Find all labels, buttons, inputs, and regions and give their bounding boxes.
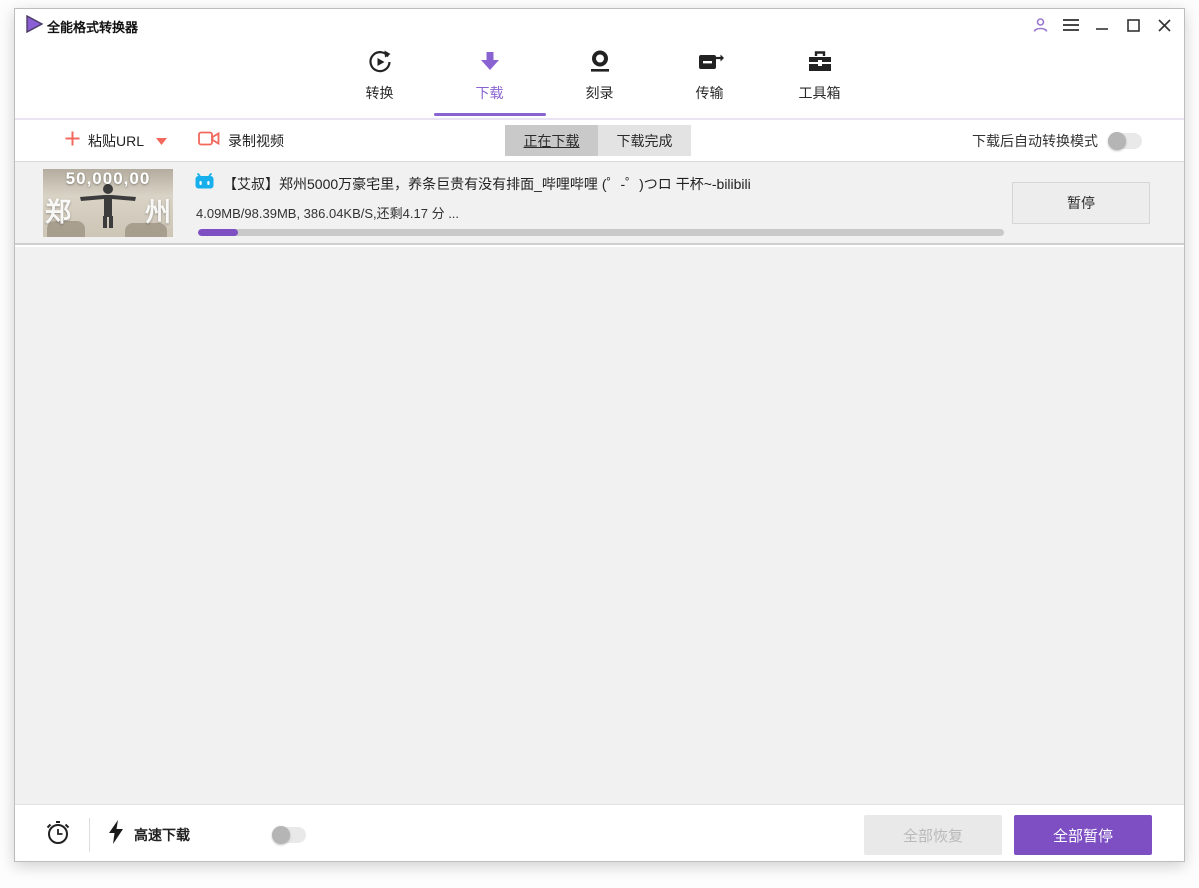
plus-icon bbox=[65, 131, 80, 151]
tab-downloading-label: 正在下载 bbox=[523, 132, 580, 149]
download-state-tabs: 正在下载 下载完成 bbox=[505, 125, 691, 156]
auto-convert-control: 下载后自动转换模式 bbox=[972, 120, 1142, 161]
footer-divider bbox=[89, 817, 90, 852]
tab-burn[interactable]: 刻录 bbox=[555, 37, 645, 115]
paste-url-label: 粘贴URL bbox=[88, 132, 145, 149]
thumbnail-overlay-text: 50,000,00 bbox=[65, 169, 151, 188]
chevron-down-icon[interactable] bbox=[156, 132, 168, 150]
video-thumbnail: 50,000,00 郑 州 bbox=[43, 169, 173, 237]
tab-toolbox[interactable]: 工具箱 bbox=[775, 37, 865, 115]
progress-bar-fill bbox=[198, 229, 239, 236]
download-title: 【艾叔】郑州5000万豪宅里，养条巨贵有没有排面_哔哩哔哩 (゜-゜)つロ 干杯… bbox=[223, 175, 751, 192]
download-icon bbox=[477, 47, 503, 77]
high-speed-download-control: 高速下载 bbox=[108, 820, 306, 849]
high-speed-toggle[interactable] bbox=[272, 825, 306, 844]
main-nav: 转换 下载 刻录 传输 工具箱 bbox=[15, 37, 1184, 119]
active-tab-underline bbox=[433, 113, 546, 116]
toggle-knob bbox=[1108, 131, 1126, 150]
tab-label: 传输 bbox=[695, 85, 724, 101]
download-list-panel bbox=[15, 247, 1184, 804]
tab-label: 工具箱 bbox=[798, 85, 841, 101]
burn-icon bbox=[587, 47, 613, 77]
minimize-icon[interactable] bbox=[1090, 13, 1114, 37]
tab-transfer[interactable]: 传输 bbox=[665, 37, 755, 115]
tab-download-complete-label: 下载完成 bbox=[616, 132, 673, 149]
pause-all-button[interactable]: 全部暂停 bbox=[1014, 815, 1152, 855]
high-speed-label: 高速下载 bbox=[134, 826, 190, 843]
download-progress-text: 4.09MB/98.39MB, 386.04KB/S,还剩4.17 分 ... bbox=[196, 206, 460, 221]
progress-bar bbox=[198, 229, 1004, 236]
convert-icon bbox=[366, 47, 394, 77]
app-logo-play-icon bbox=[26, 14, 44, 38]
lightning-icon bbox=[108, 820, 124, 849]
pause-button[interactable]: 暂停 bbox=[1012, 182, 1150, 224]
close-icon[interactable] bbox=[1152, 13, 1176, 37]
user-icon[interactable] bbox=[1028, 13, 1052, 37]
download-toolbar: 粘贴URL 录制视频 正在下载 下载完成 下载后自动转换模式 bbox=[15, 120, 1184, 161]
tab-label: 转换 bbox=[365, 85, 394, 101]
thumbnail-overlay-char-right: 州 bbox=[144, 197, 171, 227]
menu-icon[interactable] bbox=[1059, 13, 1083, 37]
transfer-icon bbox=[696, 47, 724, 77]
record-video-button[interactable]: 录制视频 bbox=[198, 120, 284, 161]
maximize-icon[interactable] bbox=[1121, 13, 1145, 37]
footer-bar: 高速下载 全部恢复 全部暂停 bbox=[15, 804, 1184, 861]
download-item-row[interactable]: 50,000,00 郑 州 【艾叔】郑州5000万豪宅里，养条巨贵有没有排面_哔… bbox=[15, 161, 1184, 245]
person-silhouette bbox=[80, 184, 136, 228]
thumbnail-overlay-char-left: 郑 bbox=[45, 197, 72, 227]
video-camera-icon bbox=[198, 131, 220, 151]
app-title: 全能格式转换器 bbox=[47, 20, 139, 35]
tab-label: 刻录 bbox=[585, 85, 614, 101]
auto-convert-label: 下载后自动转换模式 bbox=[972, 132, 1098, 149]
tab-label: 下载 bbox=[475, 85, 504, 101]
tab-download-complete[interactable]: 下载完成 bbox=[598, 125, 691, 156]
app-window: 全能格式转换器 转换 下载 刻录 传输 工具箱 粘贴URL 录制视频 正在下载 … bbox=[14, 8, 1185, 862]
toolbox-icon bbox=[806, 47, 834, 77]
record-video-label: 录制视频 bbox=[228, 132, 284, 149]
tab-downloading[interactable]: 正在下载 bbox=[505, 125, 598, 156]
tab-download[interactable]: 下载 bbox=[433, 37, 546, 116]
paste-url-button[interactable]: 粘贴URL bbox=[65, 120, 168, 161]
resume-all-button[interactable]: 全部恢复 bbox=[864, 815, 1002, 855]
toggle-knob bbox=[272, 825, 290, 844]
alarm-clock-icon[interactable] bbox=[45, 819, 71, 851]
bilibili-tv-icon bbox=[195, 172, 214, 194]
auto-convert-toggle[interactable] bbox=[1108, 131, 1142, 150]
tab-convert[interactable]: 转换 bbox=[335, 37, 425, 115]
